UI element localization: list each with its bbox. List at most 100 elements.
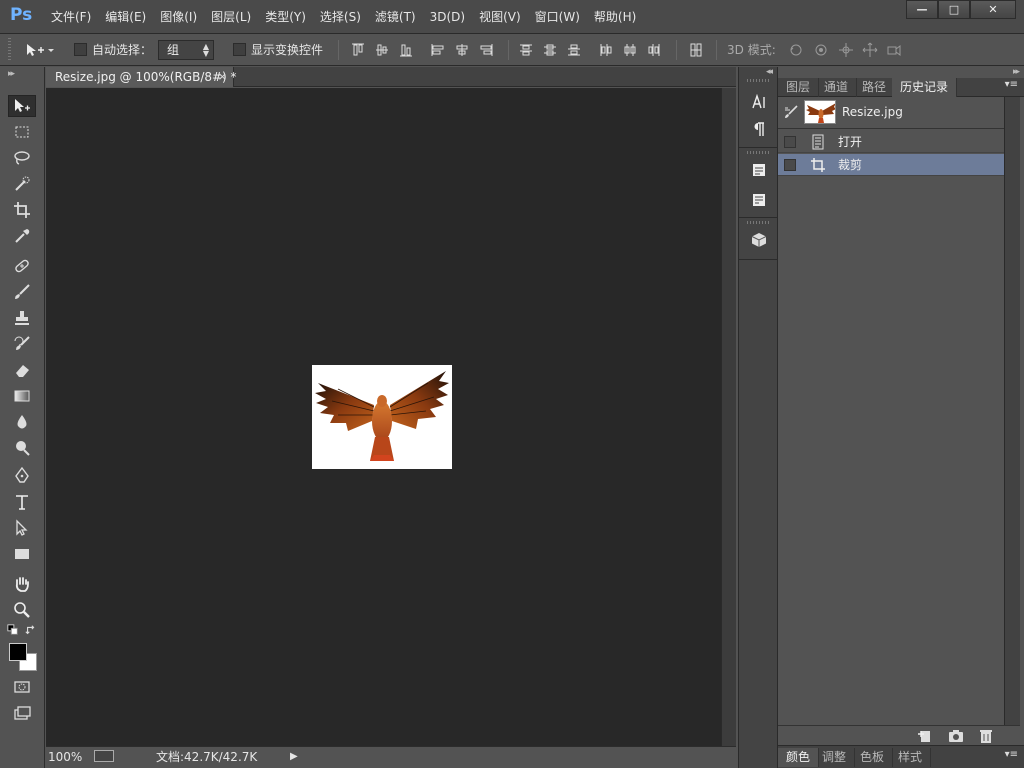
distribute-vcenter-icon[interactable] (542, 42, 558, 58)
notes-panel-icon[interactable] (747, 159, 771, 181)
auto-align-icon[interactable] (688, 42, 704, 58)
dock-grip[interactable] (747, 221, 771, 224)
3d-pan-icon[interactable] (838, 42, 854, 58)
canvas-vertical-scrollbar[interactable] (721, 88, 736, 746)
tab-channels[interactable]: 通道 (816, 78, 858, 97)
paragraph-panel-icon[interactable] (747, 118, 771, 140)
history-brush-source-icon[interactable] (784, 105, 798, 119)
maximize-button[interactable]: □ (938, 0, 970, 19)
character-panel-icon[interactable] (747, 91, 771, 113)
document-tab[interactable]: Resize.jpg @ 100%(RGB/8#) * × (46, 67, 237, 87)
3d-slide-icon[interactable] (862, 42, 878, 58)
menu-view[interactable]: 视图(V) (472, 0, 528, 34)
tab-history[interactable]: 历史记录 (892, 78, 958, 97)
foreground-color-swatch[interactable] (9, 643, 27, 661)
blur-tool-icon[interactable] (8, 411, 36, 433)
dodge-tool-icon[interactable] (8, 437, 36, 459)
eyedropper-tool-icon[interactable] (8, 225, 36, 247)
move-tool-icon[interactable] (8, 95, 36, 117)
menu-select[interactable]: 选择(S) (313, 0, 368, 34)
distribute-top-icon[interactable] (518, 42, 534, 58)
rectangle-tool-icon[interactable] (8, 543, 36, 565)
options-grip[interactable] (8, 38, 11, 62)
tab-adjustments[interactable]: 调整 (814, 748, 856, 767)
distribute-right-icon[interactable] (646, 42, 662, 58)
dock-grip[interactable] (747, 79, 771, 82)
align-left-icon[interactable] (430, 42, 446, 58)
crop-tool-icon[interactable] (8, 199, 36, 221)
show-transform-checkbox[interactable] (233, 43, 246, 56)
tab-layers[interactable]: 图层 (778, 78, 820, 97)
history-snapshot[interactable]: Resize.jpg (778, 97, 1004, 129)
auto-select-checkbox[interactable] (74, 43, 87, 56)
3d-scale-icon[interactable] (886, 42, 902, 58)
auto-select-dropdown[interactable]: 组 ▲ ▼ (158, 40, 214, 60)
history-scrollbar[interactable] (1004, 97, 1020, 728)
menu-window[interactable]: 窗口(W) (528, 0, 587, 34)
tab-swatches[interactable]: 色板 (852, 748, 894, 767)
tab-styles[interactable]: 样式 (890, 748, 932, 767)
marquee-tool-icon[interactable] (8, 121, 36, 143)
history-brush-tool-icon[interactable] (8, 333, 36, 355)
menu-3d[interactable]: 3D(D) (423, 0, 472, 34)
menu-filter[interactable]: 滤镜(T) (368, 0, 423, 34)
history-state-crop[interactable]: 裁剪 (778, 154, 1004, 176)
lasso-tool-icon[interactable] (8, 147, 36, 169)
minimize-button[interactable]: — (906, 0, 938, 19)
move-tool-preset-icon[interactable] (24, 42, 54, 58)
gradient-tool-icon[interactable] (8, 385, 36, 407)
close-button[interactable]: ✕ (970, 0, 1016, 19)
color-panel-menu-icon[interactable]: ▾≡ (1005, 749, 1018, 760)
properties-panel-icon[interactable] (747, 189, 771, 211)
default-colors-icon[interactable] (6, 623, 20, 637)
menu-type[interactable]: 类型(Y) (258, 0, 313, 34)
delete-state-trash-icon[interactable] (978, 728, 994, 744)
align-hcenter-icon[interactable] (454, 42, 470, 58)
document-image[interactable] (312, 365, 452, 469)
tab-paths[interactable]: 路径 (854, 78, 896, 97)
distribute-left-icon[interactable] (598, 42, 614, 58)
panel-menu-icon[interactable]: ▾≡ (1005, 79, 1018, 90)
menu-layer[interactable]: 图层(L) (204, 0, 258, 34)
eraser-tool-icon[interactable] (8, 359, 36, 381)
zoom-level[interactable]: 100% (48, 747, 82, 767)
pen-tool-icon[interactable] (8, 465, 36, 487)
menu-file[interactable]: 文件(F) (44, 0, 98, 34)
menu-image[interactable]: 图像(I) (153, 0, 204, 34)
history-source-checkbox[interactable] (784, 159, 796, 171)
type-tool-icon[interactable] (8, 491, 36, 513)
collapse-panel-icon[interactable]: ▸▸ (1013, 67, 1020, 77)
clone-stamp-tool-icon[interactable] (8, 307, 36, 329)
screen-mode-icon[interactable] (8, 702, 36, 724)
distribute-hcenter-icon[interactable] (622, 42, 638, 58)
menu-help[interactable]: 帮助(H) (587, 0, 643, 34)
quick-mask-icon[interactable] (8, 676, 36, 698)
3d-rotate-icon[interactable] (788, 42, 804, 58)
status-preview-icon[interactable] (94, 750, 114, 762)
history-source-checkbox[interactable] (784, 136, 796, 148)
dock-grip[interactable] (747, 151, 771, 154)
hand-tool-icon[interactable] (8, 573, 36, 595)
brush-tool-icon[interactable] (8, 281, 36, 303)
tab-color[interactable]: 颜色 (778, 748, 820, 767)
menu-edit[interactable]: 编辑(E) (98, 0, 153, 34)
new-document-from-state-icon[interactable] (916, 728, 932, 744)
3d-panel-icon[interactable] (747, 229, 771, 251)
healing-brush-tool-icon[interactable] (8, 255, 36, 277)
align-vcenter-icon[interactable] (374, 42, 390, 58)
history-state-open[interactable]: 打开 (778, 131, 1004, 153)
3d-roll-icon[interactable] (813, 42, 829, 58)
distribute-bottom-icon[interactable] (566, 42, 582, 58)
align-top-icon[interactable] (350, 42, 366, 58)
quick-selection-tool-icon[interactable] (8, 173, 36, 195)
swap-colors-icon[interactable] (24, 623, 38, 637)
status-menu-arrow-icon[interactable]: ▶ (290, 747, 298, 767)
new-snapshot-camera-icon[interactable] (948, 728, 964, 744)
align-right-icon[interactable] (478, 42, 494, 58)
align-bottom-icon[interactable] (398, 42, 414, 58)
zoom-tool-icon[interactable] (8, 599, 36, 621)
collapse-toolbar-icon[interactable]: ▸▸ (8, 69, 15, 79)
close-document-icon[interactable]: × (218, 67, 227, 87)
path-selection-tool-icon[interactable] (8, 517, 36, 539)
expand-dock-icon[interactable]: ◂◂ (766, 67, 773, 77)
